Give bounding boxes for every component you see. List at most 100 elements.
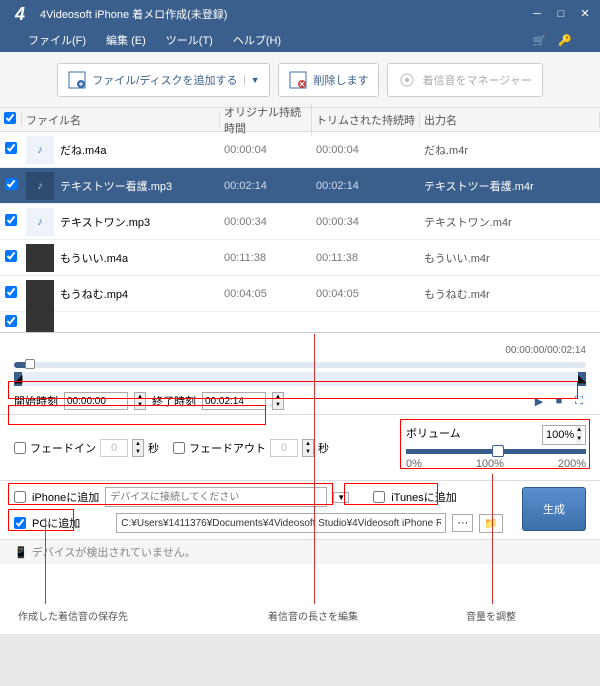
menu-edit[interactable]: 編集 (E) <box>106 32 146 48</box>
col-output-name[interactable]: 出力名 <box>420 112 600 128</box>
output-options: 生成 iPhoneに追加 ▼ iTunesに追加 PCに追加 ··· 📁 <box>0 481 600 539</box>
fadein-checkbox[interactable] <box>14 442 26 454</box>
file-table: ファイル名 オリジナル持続時間 トリムされた持続時 出力名 ♪だね.m4a00:… <box>0 108 600 332</box>
file-name: テキストツー看護.mp3 <box>58 178 224 194</box>
itunes-checkbox[interactable] <box>373 491 385 503</box>
row-checkbox[interactable] <box>5 214 17 226</box>
vol-200: 200% <box>558 458 586 470</box>
end-time-label: 終了時刻 <box>152 393 196 409</box>
timeline-panel: 00:00:00/00:02:14 ◢ ◣ 開始時刻 ▲▼ 終了時刻 ▲▼ ▶ … <box>0 332 600 414</box>
trim-duration: 00:11:38 <box>316 252 424 264</box>
music-note-icon: ♪ <box>26 172 54 200</box>
file-name: もうねむ.mp4 <box>58 286 224 302</box>
row-checkbox[interactable] <box>5 142 17 154</box>
table-row[interactable]: ♪テキストツー看護.mp300:02:1400:02:14テキストツー看護.m4… <box>0 168 600 204</box>
key-icon[interactable]: 🔑 <box>558 34 572 47</box>
maximize-button[interactable]: □ <box>554 7 568 21</box>
col-original-duration[interactable]: オリジナル持続時間 <box>220 104 312 136</box>
device-input[interactable] <box>105 487 327 507</box>
end-time-input[interactable] <box>202 392 266 410</box>
select-all-checkbox[interactable] <box>4 112 16 124</box>
row-checkbox[interactable] <box>5 178 17 190</box>
anno-save-dest: 作成した着信音の保存先 <box>18 608 128 623</box>
ringtone-manager-label: 着信音をマネージャー <box>422 72 531 88</box>
output-name: だね.m4r <box>424 142 600 158</box>
table-row[interactable]: もういい.m4a00:11:3800:11:38もういい.m4r <box>0 240 600 276</box>
col-trimmed-duration[interactable]: トリムされた持続時 <box>312 112 420 128</box>
fadein-stepper[interactable]: ▲▼ <box>132 439 144 457</box>
music-note-icon: ♪ <box>26 136 54 164</box>
close-button[interactable]: ✕ <box>578 7 592 21</box>
add-file-button[interactable]: ファイル/ディスクを追加する ▼ <box>57 63 270 97</box>
gear-icon <box>398 71 416 89</box>
start-stepper[interactable]: ▲▼ <box>134 392 146 410</box>
music-note-icon: ♪ <box>26 208 54 236</box>
orig-duration: 00:11:38 <box>224 252 316 264</box>
fadein-label: フェードイン <box>30 440 96 456</box>
menu-help[interactable]: ヘルプ(H) <box>233 32 281 48</box>
file-name: テキストワン.mp3 <box>58 214 224 230</box>
app-logo-icon: 4 <box>8 2 32 26</box>
minimize-button[interactable]: ─ <box>530 7 544 21</box>
stop-button[interactable]: ■ <box>552 395 566 408</box>
volume-value: 100% <box>546 429 574 441</box>
titlebar: 4 4Videosoft iPhone 着メロ作成(未登録) ─ □ ✕ <box>0 0 600 28</box>
vol-100: 100% <box>476 458 504 470</box>
row-checkbox[interactable] <box>5 250 17 262</box>
playback-slider[interactable] <box>14 362 586 368</box>
volume-knob[interactable] <box>492 445 504 457</box>
file-name: だね.m4a <box>58 142 224 158</box>
vol-0: 0% <box>406 458 422 470</box>
fullscreen-button[interactable]: ⛶ <box>572 395 586 408</box>
anno-adjust-volume: 音量を調整 <box>466 608 516 623</box>
video-thumb-icon <box>26 244 54 272</box>
col-filename[interactable]: ファイル名 <box>22 112 220 128</box>
device-icon: 📱 <box>14 546 28 559</box>
window-title: 4Videosoft iPhone 着メロ作成(未登録) <box>40 6 530 22</box>
output-name: もういい.m4r <box>424 250 600 266</box>
end-stepper[interactable]: ▲▼ <box>272 392 284 410</box>
generate-button[interactable]: 生成 <box>522 487 586 531</box>
file-name: もういい.m4a <box>58 250 224 266</box>
table-row[interactable]: ♪テキストワン.mp300:00:3400:00:34テキストワン.m4r <box>0 204 600 240</box>
status-text: デバイスが検出されていません。 <box>32 544 196 560</box>
cart-icon[interactable]: 🛒 <box>533 34 547 47</box>
pc-checkbox[interactable] <box>14 517 26 529</box>
row-checkbox[interactable] <box>5 286 17 298</box>
toolbar: ファイル/ディスクを追加する ▼ 削除します 着信音をマネージャー <box>0 52 600 108</box>
table-row[interactable]: ♪だね.m4a00:00:0400:00:04だね.m4r <box>0 132 600 168</box>
fadeout-input[interactable] <box>270 439 298 457</box>
film-add-icon <box>68 71 86 89</box>
volume-label: ボリューム <box>406 425 461 445</box>
volume-stepper[interactable]: ▲▼ <box>576 426 582 444</box>
delete-label: 削除します <box>313 72 368 88</box>
orig-duration: 00:00:04 <box>224 144 316 156</box>
start-time-input[interactable] <box>64 392 128 410</box>
table-row[interactable]: もうねむ.mp400:04:0500:04:05もうねむ.m4r <box>0 276 600 312</box>
device-dropdown-icon[interactable]: ▼ <box>333 492 349 503</box>
menu-tool[interactable]: ツール(T) <box>166 32 213 48</box>
itunes-label: iTunesに追加 <box>391 489 457 505</box>
trim-end-handle[interactable]: ◣ <box>578 372 586 386</box>
trim-duration: 00:04:05 <box>316 288 424 300</box>
browse-button[interactable]: ··· <box>452 514 473 532</box>
path-input[interactable] <box>116 513 446 533</box>
table-row-cutoff <box>0 312 600 332</box>
row-checkbox[interactable] <box>5 315 17 327</box>
iphone-checkbox[interactable] <box>14 491 26 503</box>
volume-slider[interactable] <box>406 449 586 454</box>
orig-duration: 00:02:14 <box>224 180 316 192</box>
dropdown-icon[interactable]: ▼ <box>244 75 260 85</box>
play-button[interactable]: ▶ <box>532 395 546 408</box>
fadein-input[interactable] <box>100 439 128 457</box>
trim-bar[interactable]: ◢ ◣ <box>14 372 586 386</box>
iphone-label: iPhoneに追加 <box>32 489 99 505</box>
fadeout-stepper[interactable]: ▲▼ <box>302 439 314 457</box>
fadeout-checkbox[interactable] <box>173 442 185 454</box>
orig-duration: 00:00:34 <box>224 216 316 228</box>
ringtone-manager-button[interactable]: 着信音をマネージャー <box>387 63 542 97</box>
delete-button[interactable]: 削除します <box>278 63 379 97</box>
trim-start-handle[interactable]: ◢ <box>14 372 22 386</box>
menu-file[interactable]: ファイル(F) <box>28 32 86 48</box>
pc-label: PCに追加 <box>32 515 80 531</box>
